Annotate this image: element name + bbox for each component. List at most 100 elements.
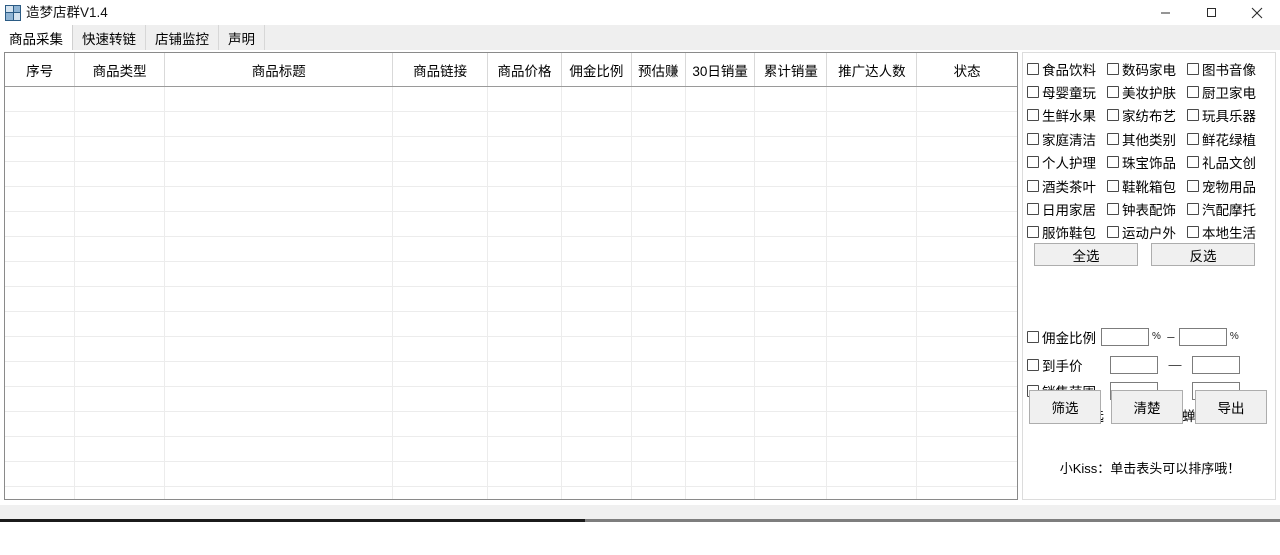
category-checkbox[interactable] [1187,62,1199,75]
commission-max-input[interactable] [1178,327,1227,346]
category-checkbox[interactable] [1187,203,1199,216]
tab-product-collect[interactable]: 商品采集 [0,25,73,50]
table-header-cell[interactable]: 商品价格 [487,53,563,87]
category-checkbox[interactable] [1187,86,1199,99]
category-checkbox-item[interactable]: 运动户外 [1107,221,1187,244]
tab-shop-monitor[interactable]: 店铺监控 [146,25,219,50]
invert-label: 反选 [1189,248,1217,264]
table-cell-empty [916,386,1017,412]
table-header-cell[interactable]: 商品标题 [164,53,394,87]
filter-button[interactable]: 筛选 [1029,390,1101,424]
table-cell-empty [164,261,394,287]
table-cell-empty [561,461,632,487]
tab-quick-link[interactable]: 快速转链 [73,25,146,50]
table-header-cell[interactable]: 序号 [5,53,76,87]
category-checkbox[interactable] [1187,156,1199,169]
category-checkbox[interactable] [1107,156,1119,169]
category-checkbox[interactable] [1107,109,1119,122]
close-icon[interactable] [1234,0,1280,25]
table-cell-empty [826,461,918,487]
category-checkbox[interactable] [1107,132,1119,145]
table-cell-empty [5,211,76,237]
table-cell-empty [487,411,563,437]
table-cell-empty [487,336,563,362]
category-checkbox-item[interactable]: 数码家电 [1107,57,1187,80]
final-price-min-input[interactable] [1110,355,1158,374]
final-price-max-input[interactable] [1192,355,1240,374]
category-checkbox[interactable] [1107,62,1119,75]
commission-checkbox-label[interactable]: 佣金比例 [1027,327,1101,347]
category-checkbox[interactable] [1027,86,1039,99]
category-checkbox[interactable] [1027,226,1039,239]
category-checkbox[interactable] [1187,109,1199,122]
table-header-cell[interactable]: 商品链接 [392,53,488,87]
product-table-panel[interactable]: 序号 商品类型 商品标题 商品链接 商品价格 佣金比例 预估赚 30日销量 累计销量 推广达人数状… [4,52,1018,500]
category-checkbox-item[interactable]: 玩具乐器 [1187,104,1269,127]
category-checkbox-item[interactable]: 厨卫家电 [1187,80,1269,103]
tab-statement[interactable]: 声明 [219,25,265,50]
table-header-cell[interactable]: 推广达人数 [826,53,918,87]
table-cell-empty [754,286,828,312]
export-button[interactable]: 导出 [1195,390,1267,424]
category-checkbox[interactable] [1027,62,1039,75]
category-checkbox[interactable] [1027,156,1039,169]
category-checkbox[interactable] [1107,203,1119,216]
select-all-button[interactable]: 全选 [1034,243,1138,266]
table-cell-empty [631,286,686,312]
commission-min-input[interactable] [1101,327,1149,346]
category-checkbox[interactable] [1107,86,1119,99]
maximize-icon[interactable] [1188,0,1234,25]
category-label: 鲜花绿植 [1202,132,1256,148]
category-checkbox-item[interactable]: 钟表配饰 [1107,197,1187,220]
category-checkbox-item[interactable]: 鞋靴箱包 [1107,174,1187,197]
category-checkbox-item[interactable]: 其他类别 [1107,127,1187,150]
category-checkbox-item[interactable]: 家庭清洁 [1027,127,1107,150]
final-price-checkbox[interactable] [1027,358,1039,371]
category-checkbox-item[interactable]: 日用家居 [1027,197,1107,220]
clear-button[interactable]: 清楚 [1111,390,1183,424]
table-header-cell[interactable]: 佣金比例 [561,53,632,87]
category-checkbox-item[interactable]: 汽配摩托 [1187,197,1269,220]
category-checkbox[interactable] [1107,226,1119,239]
table-cell-empty [916,436,1017,462]
category-checkbox[interactable] [1027,132,1039,145]
table-row-empty [5,186,1017,212]
commission-checkbox[interactable] [1027,330,1039,343]
category-checkbox-item[interactable]: 珠宝饰品 [1107,151,1187,174]
table-header-cell[interactable]: 累计销量 [754,53,828,87]
table-cell-empty [392,136,488,162]
category-checkbox[interactable] [1187,179,1199,192]
table-header-cell[interactable]: 30日销量 [685,53,756,87]
category-checkbox-item[interactable]: 生鲜水果 [1027,104,1107,127]
category-checkbox-item[interactable]: 美妆护肤 [1107,80,1187,103]
minimize-icon[interactable] [1142,0,1188,25]
table-cell-empty [685,261,756,287]
table-cell-empty [916,236,1017,262]
category-checkbox-item[interactable]: 宠物用品 [1187,174,1269,197]
table-cell-empty [754,186,828,212]
category-checkbox-item[interactable]: 食品饮料 [1027,57,1107,80]
table-cell-empty [685,161,756,187]
category-checkbox-item[interactable]: 礼品文创 [1187,151,1269,174]
table-cell-empty [561,111,632,137]
table-header-cell[interactable]: 预估赚 [631,53,686,87]
category-checkbox-item[interactable]: 图书音像 [1187,57,1269,80]
category-checkbox-item[interactable]: 鲜花绿植 [1187,127,1269,150]
table-row-empty [5,461,1017,487]
category-checkbox[interactable] [1187,226,1199,239]
category-checkbox[interactable] [1027,109,1039,122]
category-checkbox-item[interactable]: 个人护理 [1027,151,1107,174]
category-checkbox[interactable] [1027,179,1039,192]
invert-selection-button[interactable]: 反选 [1151,243,1255,266]
table-header-cell[interactable]: 状态 [916,53,1017,87]
category-checkbox[interactable] [1107,179,1119,192]
category-checkbox-item[interactable]: 服饰鞋包 [1027,221,1107,244]
table-header-cell[interactable]: 商品类型 [74,53,166,87]
category-checkbox-item[interactable]: 本地生活 [1187,221,1269,244]
category-checkbox-item[interactable]: 酒类茶叶 [1027,174,1107,197]
category-checkbox-item[interactable]: 家纺布艺 [1107,104,1187,127]
category-checkbox[interactable] [1027,203,1039,216]
final-price-checkbox-label[interactable]: 到手价 [1027,355,1101,375]
category-checkbox[interactable] [1187,132,1199,145]
category-checkbox-item[interactable]: 母婴童玩 [1027,80,1107,103]
